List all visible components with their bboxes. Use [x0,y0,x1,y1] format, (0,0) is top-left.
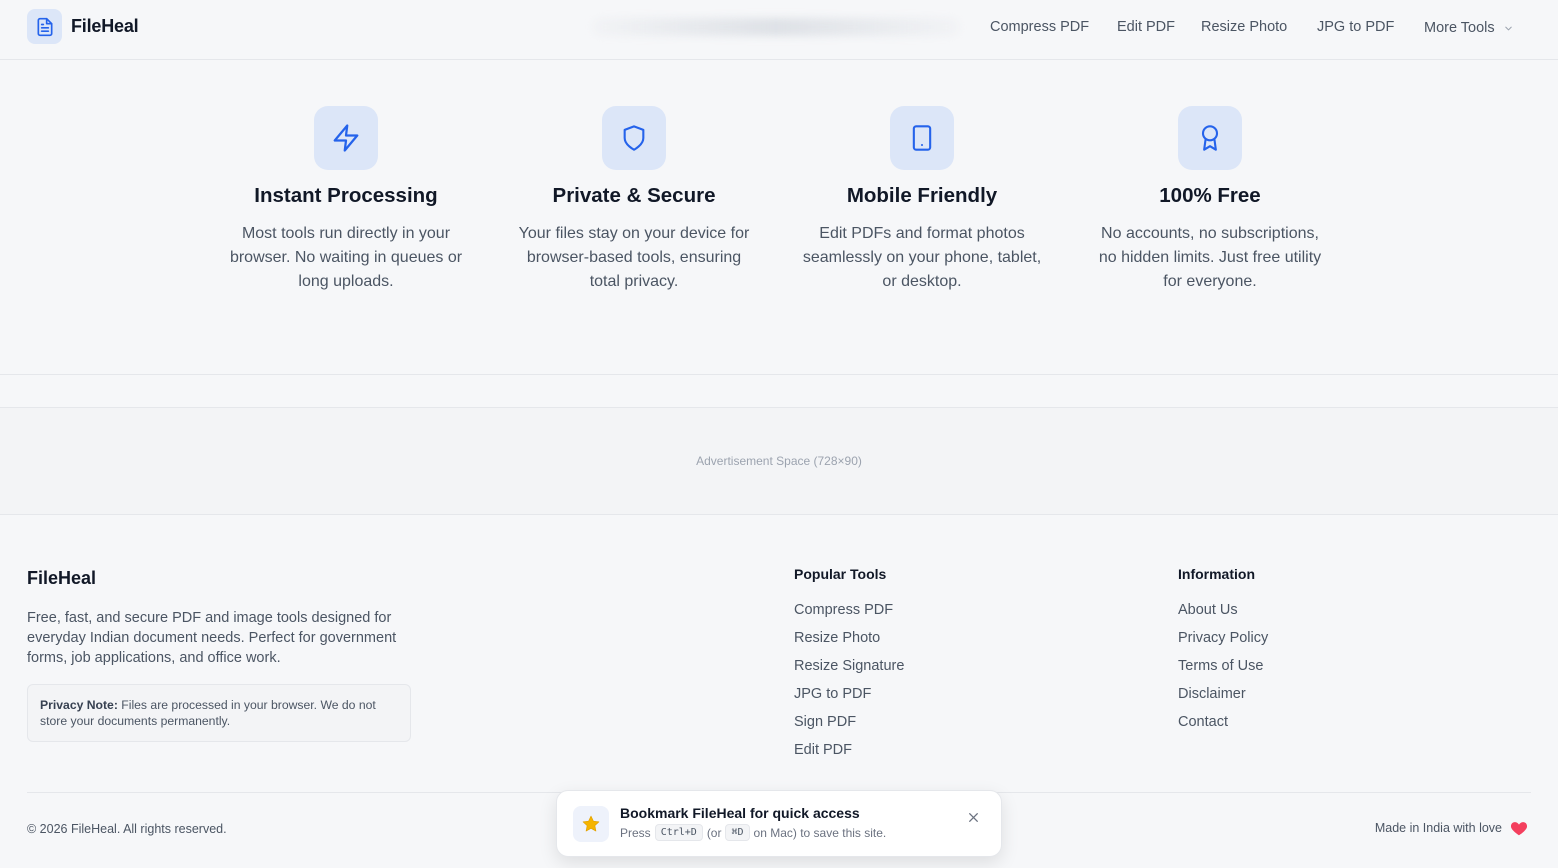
popular-tools-list: Compress PDF Resize Photo Resize Signatu… [794,600,904,768]
footer-link-sign-pdf[interactable]: Sign PDF [794,712,904,740]
toast-suffix-text: on Mac) to save this site. [753,825,887,840]
privacy-note-label: Privacy Note: [40,698,118,712]
feature-description-line: Edit PDFs and format photos [819,225,1025,242]
footer-description-line: Free, fast, and secure PDF and image too… [27,610,392,626]
close-icon[interactable] [965,809,981,825]
feature-description: Your files stay on your device for brows… [504,222,764,294]
feature-private-secure: Private & Secure Your files stay on your… [504,106,764,294]
nav-jpg-to-pdf[interactable]: JPG to PDF [1317,19,1394,37]
popular-tools-heading: Popular Tools [794,566,887,582]
advertisement-label: Advertisement Space (728×90) [696,454,862,468]
copyright-text: © 2026 FileHeal. All rights reserved. [27,822,227,836]
feature-description-line: browser-based tools, ensuring [526,249,742,266]
lightning-icon [314,106,378,170]
feature-description-line: long uploads. [298,273,394,290]
footer-description: Free, fast, and secure PDF and image too… [27,608,427,668]
made-in-text: Made in India with love [1374,821,1502,835]
feature-description-line: seamlessly on your phone, tablet, [802,249,1042,266]
information-list: About Us Privacy Policy Terms of Use Dis… [1178,600,1268,740]
advertisement-space: Advertisement Space (728×90) [0,407,1558,515]
footer-link-compress-pdf[interactable]: Compress PDF [794,600,904,628]
privacy-note-text: Files are processed in your browser. We … [117,698,376,712]
feature-title: Mobile Friendly [846,184,998,207]
nav-compress-pdf[interactable]: Compress PDF [990,19,1089,37]
footer-link-edit-pdf[interactable]: Edit PDF [794,740,904,768]
privacy-note: Privacy Note: Files are processed in you… [27,684,411,742]
nav-more-tools[interactable]: More Tools [1424,19,1514,37]
feature-title: Private & Secure [552,184,716,207]
footer-link-about-us[interactable]: About Us [1178,600,1268,628]
chevron-down-icon [1504,26,1512,30]
footer-link-jpg-to-pdf[interactable]: JPG to PDF [794,684,904,712]
feature-description-line: Your files stay on your device for [518,225,750,242]
footer-link-privacy-policy[interactable]: Privacy Policy [1178,628,1268,656]
privacy-note-text: store your documents permanently. [40,714,231,728]
feature-description-line: for everyone. [1163,273,1257,290]
logo-link[interactable]: FileHeal [27,9,139,44]
footer-link-resize-signature[interactable]: Resize Signature [794,656,904,684]
feature-description: Edit PDFs and format photos seamlessly o… [792,222,1052,294]
feature-free: 100% Free No accounts, no subscriptions,… [1080,106,1340,294]
feature-description-line: Most tools run directly in your [241,225,451,242]
blurred-header-element [592,18,960,36]
award-icon [1178,106,1242,170]
feature-title: Instant Processing [254,184,438,207]
footer-link-contact[interactable]: Contact [1178,712,1268,740]
nav-edit-pdf[interactable]: Edit PDF [1117,19,1175,37]
footer-link-resize-photo[interactable]: Resize Photo [794,628,904,656]
toast-title: Bookmark FileHeal for quick access [620,805,860,821]
feature-description: No accounts, no subscriptions, no hidden… [1080,222,1340,294]
ctrl-d-key: Ctrl+D [654,824,703,841]
site-header: FileHeal Compress PDF Edit PDF Resize Ph… [0,0,1558,60]
feature-description-line: or desktop. [882,273,962,290]
feature-description-line: browser. No waiting in queues or [229,249,463,266]
shield-icon [602,106,666,170]
toast-press-text: Press [620,825,651,840]
feature-description-line: total privacy. [589,273,679,290]
footer-description-line: everyday Indian document needs. Perfect … [27,630,397,646]
feature-title: 100% Free [1159,184,1261,207]
section-divider [0,374,1558,375]
star-icon [573,806,609,842]
toast-subtitle: Press Ctrl+D (or ⌘D on Mac) to save this… [620,824,886,841]
feature-mobile-friendly: Mobile Friendly Edit PDFs and format pho… [792,106,1052,294]
cmd-d-key: ⌘D [725,824,750,841]
nav-more-tools-label: More Tools [1424,20,1495,36]
feature-description-line: no hidden limits. Just free utility [1098,249,1322,266]
information-heading: Information [1178,566,1255,582]
brand-name: FileHeal [71,16,139,36]
footer-link-disclaimer[interactable]: Disclaimer [1178,684,1268,712]
nav-resize-photo[interactable]: Resize Photo [1201,19,1287,37]
feature-instant-processing: Instant Processing Most tools run direct… [216,106,476,294]
bookmark-toast: Bookmark FileHeal for quick access Press… [556,790,1002,857]
footer-description-line: forms, job applications, and office work… [27,650,281,666]
heart-icon [1510,822,1528,836]
made-in-india: Made in India with love [1375,820,1528,836]
feature-description: Most tools run directly in your browser.… [216,222,476,294]
feature-description-line: No accounts, no subscriptions, [1101,225,1319,242]
footer-brand: FileHeal [27,568,97,588]
footer-link-terms-of-use[interactable]: Terms of Use [1178,656,1268,684]
tablet-icon [890,106,954,170]
document-icon [27,9,62,44]
toast-or-text: (or [706,825,722,840]
